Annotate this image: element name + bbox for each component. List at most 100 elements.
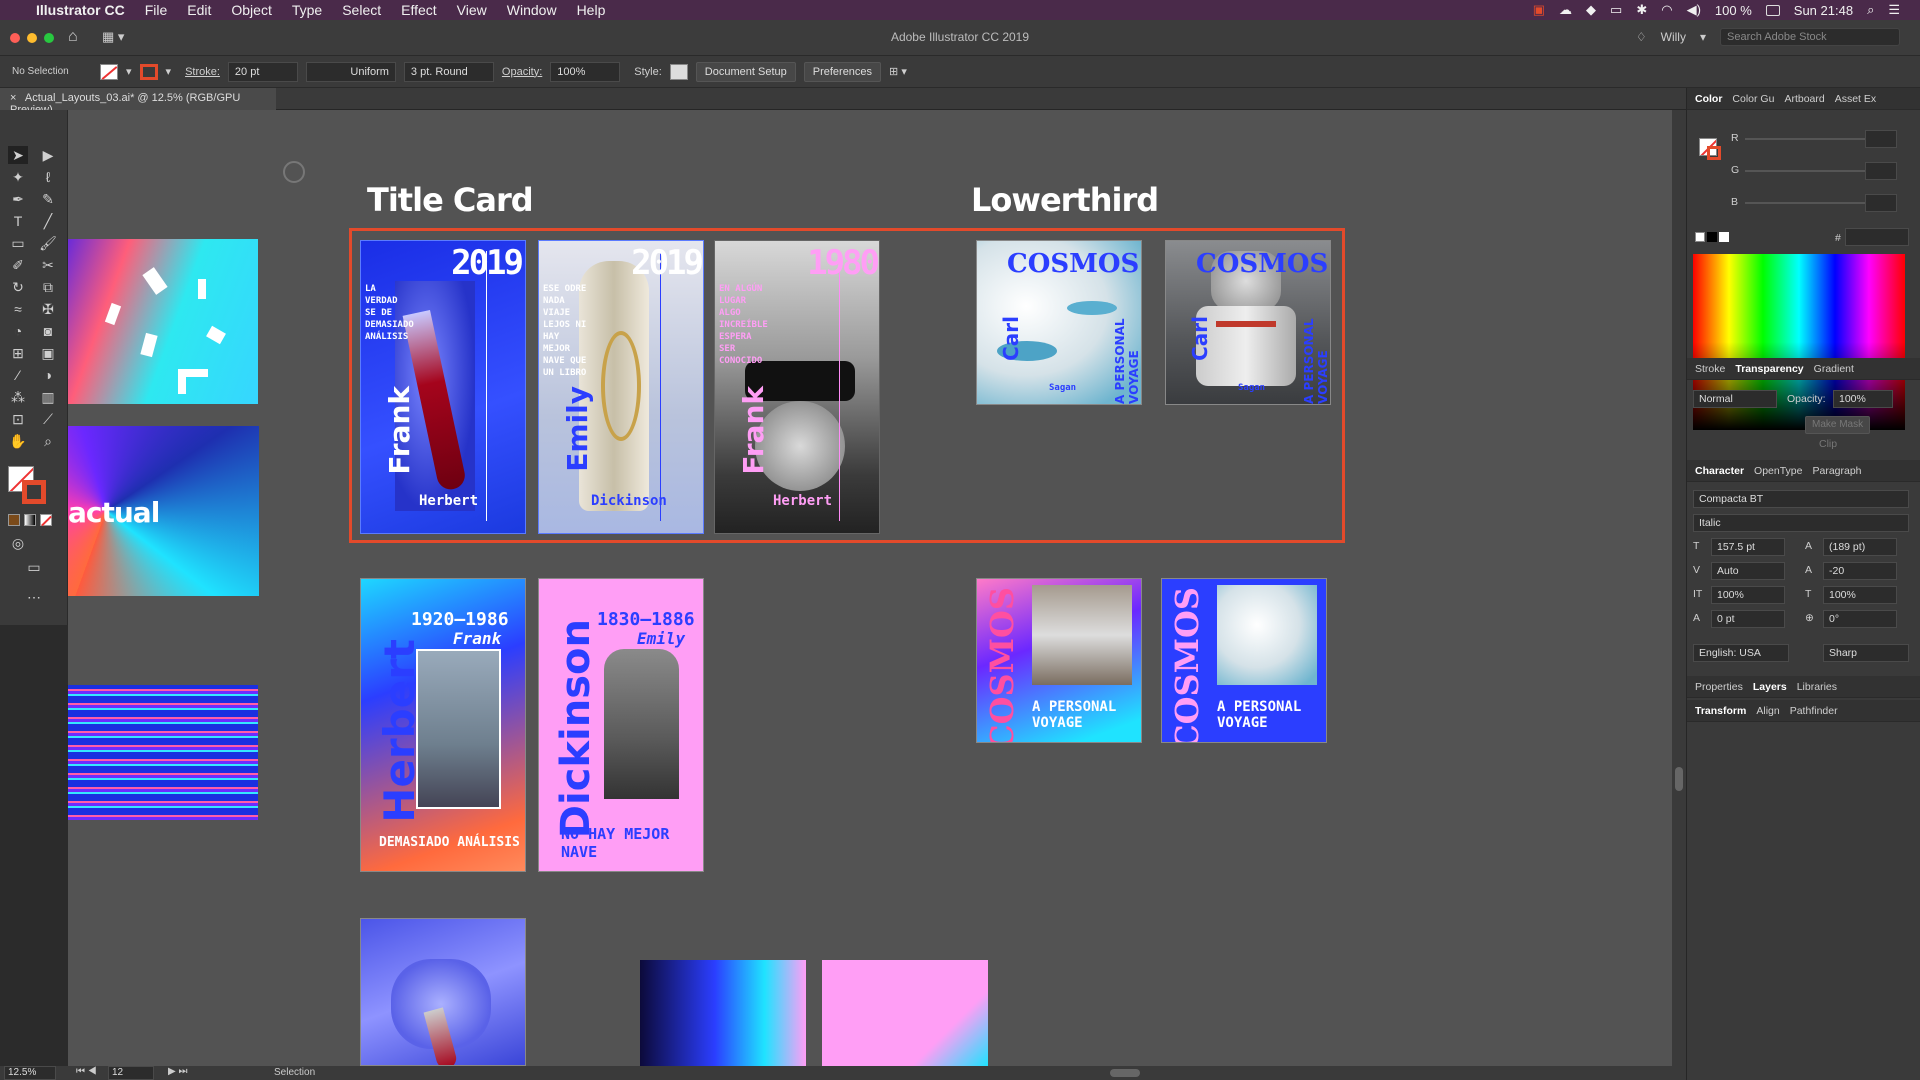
menu-help[interactable]: Help [577, 2, 606, 18]
preferences-button[interactable]: Preferences [803, 61, 882, 82]
fill-stroke-widget[interactable] [8, 466, 48, 506]
horizontal-scroll-thumb[interactable] [1110, 1069, 1140, 1077]
volume-icon[interactable]: ◀) [1687, 2, 1701, 18]
gradient-tool-icon[interactable]: ▣ [38, 344, 58, 362]
tracking-field[interactable]: -20 [1823, 562, 1897, 580]
magic-wand-icon[interactable]: ✦ [8, 168, 28, 186]
document-setup-button[interactable]: Document Setup [695, 61, 796, 82]
adobe-cc-icon[interactable]: ▣ [1533, 2, 1545, 18]
graphic-style-swatch[interactable] [669, 63, 688, 80]
hand-tool-icon[interactable]: ✋ [8, 432, 28, 450]
app-name[interactable]: Illustrator CC [36, 2, 125, 18]
blend-mode-select[interactable]: Normal [1693, 390, 1777, 408]
tab-pathfinder[interactable]: Pathfinder [1790, 705, 1838, 717]
hex-field[interactable] [1845, 228, 1909, 246]
artboard-gradient-cyan[interactable] [640, 960, 806, 1066]
lightbulb-icon[interactable]: ♢ [1636, 30, 1647, 44]
artboard-nav-prev-icon[interactable]: ⏮ ◀ [76, 1066, 97, 1077]
document-tab[interactable]: × Actual_Layouts_03.ai* @ 12.5% (RGB/GPU… [0, 88, 276, 116]
tab-asset-export[interactable]: Asset Ex [1835, 93, 1876, 105]
tab-paragraph[interactable]: Paragraph [1812, 465, 1861, 477]
artboard-abstract-1[interactable] [68, 239, 258, 404]
clip-checkbox[interactable]: Clip [1819, 438, 1837, 450]
clock[interactable]: Sun 21:48 [1794, 3, 1853, 18]
menu-select[interactable]: Select [342, 2, 381, 18]
tab-opentype[interactable]: OpenType [1754, 465, 1802, 477]
symbol-sprayer-icon[interactable]: ⁂ [8, 388, 28, 406]
menu-type[interactable]: Type [292, 2, 322, 18]
rotate-tool-icon[interactable]: ↻ [8, 278, 28, 296]
lowerthird-cosmos-robot[interactable]: COSMOS Carl A PERSONAL VOYAGE Sagan [1165, 240, 1331, 405]
artboard-glitch-lines[interactable] [68, 685, 258, 820]
tab-artboards[interactable]: Artboard [1784, 93, 1824, 105]
char-rotation-field[interactable]: 0° [1823, 610, 1897, 628]
user-menu[interactable]: Willy [1661, 30, 1686, 44]
arrange-documents-icon[interactable]: ⊞ ▾ [889, 65, 907, 78]
variable-width-profile[interactable]: Uniform [305, 61, 396, 82]
zoom-level-field[interactable]: 12.5% [4, 1066, 56, 1080]
tab-properties[interactable]: Properties [1695, 681, 1743, 693]
line-tool-icon[interactable]: ╱ [38, 212, 58, 230]
g-value-field[interactable] [1865, 162, 1897, 180]
adobe-stock-search[interactable]: Search Adobe Stock [1720, 28, 1900, 46]
type-tool-icon[interactable]: T [8, 212, 28, 230]
stroke-weight-field[interactable]: 20 pt [227, 61, 298, 82]
tab-color[interactable]: Color [1695, 93, 1722, 105]
menu-view[interactable]: View [457, 2, 487, 18]
tab-gradient[interactable]: Gradient [1814, 363, 1854, 375]
none-black-white-swatches[interactable] [1695, 232, 1729, 242]
artboard-gradient-pink[interactable] [822, 960, 988, 1066]
tab-align[interactable]: Align [1756, 705, 1779, 717]
opacity-field[interactable]: 100% [550, 61, 621, 82]
vertical-scale-field[interactable]: 100% [1711, 586, 1785, 604]
cosmos-card-gradient[interactable]: COSMOS A PERSONAL VOYAGE [976, 578, 1142, 743]
artboard-tool-icon[interactable]: ⊡ [8, 410, 28, 428]
b-slider[interactable] [1745, 202, 1865, 204]
tab-stroke[interactable]: Stroke [1695, 363, 1725, 375]
vertical-scrollbar[interactable] [1672, 110, 1686, 1066]
close-icon[interactable]: × [10, 92, 16, 104]
draw-mode-icon[interactable]: ◎ [8, 534, 28, 552]
title-card-frank-herbert-1980[interactable]: 1980 EN ALGÚN LUGAR ALGO INCREÍBLE ESPER… [714, 240, 880, 534]
lowerthird-cosmos-ice[interactable]: COSMOS Carl A PERSONAL VOYAGE Sagan [976, 240, 1142, 405]
pen-tool-icon[interactable]: ✒ [8, 190, 28, 208]
poster-frank-herbert[interactable]: 1920—1986 Frank Herbert DEMASIADO ANÁLIS… [360, 578, 526, 872]
tab-libraries[interactable]: Libraries [1797, 681, 1837, 693]
fill-swatch[interactable] [100, 63, 118, 80]
menu-file[interactable]: File [145, 2, 168, 18]
chevron-down-icon[interactable]: ▾ [1700, 30, 1706, 44]
direct-selection-tool-icon[interactable]: ▶ [38, 146, 58, 164]
artboard-actual-logo[interactable]: actual [68, 426, 259, 596]
menu-object[interactable]: Object [231, 2, 271, 18]
font-size-field[interactable]: 157.5 pt [1711, 538, 1785, 556]
b-value-field[interactable] [1865, 194, 1897, 212]
zoom-tool-icon[interactable]: ⌕ [38, 432, 58, 450]
artboard-number-field[interactable]: 12 [108, 1066, 154, 1080]
title-card-frank-herbert-2019[interactable]: 2019 LA VERDAD SE DE DEMASIADO ANÁLISIS … [360, 240, 526, 534]
tab-transparency[interactable]: Transparency [1735, 363, 1803, 375]
eyedropper-icon[interactable]: ⁄ [8, 366, 28, 384]
column-graph-icon[interactable]: ▥ [38, 388, 58, 406]
tab-character[interactable]: Character [1695, 465, 1744, 477]
tab-layers[interactable]: Layers [1753, 681, 1787, 693]
airplay-icon[interactable]: ▭ [1610, 2, 1622, 18]
artboard-nav-next-icon[interactable]: ▶ ⏭ [168, 1066, 187, 1077]
chevron-down-icon[interactable]: ▾ [166, 65, 172, 78]
warp-tool-icon[interactable]: ≈ [8, 300, 28, 318]
blend-tool-icon[interactable]: ◑ [38, 366, 58, 384]
chevron-down-icon[interactable]: ▾ [126, 65, 132, 78]
g-slider[interactable] [1745, 170, 1865, 172]
transparency-opacity-field[interactable]: 100% [1833, 390, 1893, 408]
artboard-canvas[interactable]: actual Title Card Lowerthird 2019 LA VER… [68, 110, 1672, 1066]
artboard-glove-hand[interactable] [360, 918, 526, 1066]
puppet-warp-icon[interactable]: ✠ [38, 300, 58, 318]
battery-icon[interactable] [1765, 4, 1780, 16]
wifi-icon[interactable]: ◠ [1661, 2, 1672, 18]
make-mask-button[interactable]: Make Mask [1805, 416, 1871, 434]
menu-edit[interactable]: Edit [187, 2, 211, 18]
live-paint-icon[interactable]: ◙ [38, 322, 58, 340]
slice-tool-icon[interactable]: ⟋ [38, 410, 58, 428]
paintbrush-icon[interactable]: 🖌 [38, 234, 58, 252]
selection-tool-icon[interactable]: ➤ [8, 146, 28, 164]
spotlight-icon[interactable]: ⌕ [1867, 2, 1874, 18]
